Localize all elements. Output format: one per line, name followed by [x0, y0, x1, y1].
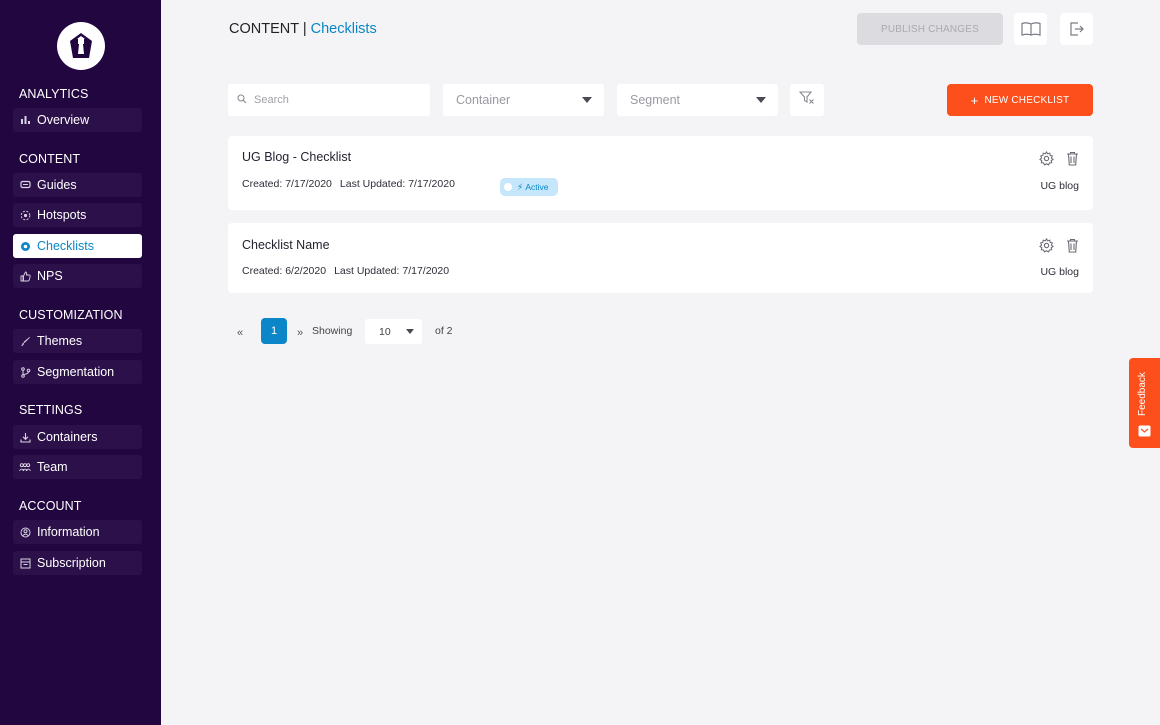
- sidebar-item-label: Overview: [37, 113, 90, 127]
- checklist-card[interactable]: Checklist Name Created: 6/2/2020 Last Upd…: [228, 223, 1093, 293]
- feedback-icon: [1138, 424, 1151, 437]
- sidebar-item-guides[interactable]: Guides: [13, 173, 142, 197]
- checklist-icon: [19, 240, 31, 252]
- page-number-current[interactable]: 1: [261, 318, 287, 344]
- page-total-label: of 2: [435, 325, 453, 337]
- subscription-icon: [19, 557, 31, 569]
- container-select-label: Container: [456, 93, 511, 107]
- page-size-select[interactable]: 10: [365, 319, 422, 344]
- prev-page-button[interactable]: «: [237, 327, 243, 339]
- clear-filter-button[interactable]: [790, 84, 824, 116]
- guides-icon: [19, 179, 31, 191]
- new-checklist-button[interactable]: + NEW CHECKLIST: [947, 84, 1093, 116]
- status-label: Active: [525, 182, 549, 192]
- updated-date: Last Updated: 7/17/2020: [334, 265, 450, 277]
- container-name: UG blog: [1040, 180, 1079, 192]
- sidebar-item-label: Themes: [37, 334, 83, 348]
- updated-date: Last Updated: 7/17/2020: [339, 178, 455, 190]
- download-icon: [19, 431, 31, 443]
- thumbs-up-icon: [19, 270, 31, 282]
- search-box: [228, 84, 430, 116]
- sidebar-item-label: Team: [37, 460, 68, 474]
- card-actions: [1038, 150, 1080, 166]
- feedback-label: Feedback: [1137, 372, 1148, 416]
- chevron-down-icon: [756, 97, 766, 103]
- bar-chart-icon: [19, 114, 31, 126]
- sidebar-item-label: Containers: [37, 430, 98, 444]
- created-date: Created: 7/17/2020: [242, 178, 332, 190]
- sidebar-item-label: Segmentation: [37, 365, 115, 379]
- feedback-tab[interactable]: Feedback: [1129, 358, 1160, 448]
- filter-clear-icon: [798, 90, 815, 110]
- sidebar-item-team[interactable]: Team: [13, 455, 142, 479]
- segment-select[interactable]: Segment: [617, 84, 778, 116]
- sidebar-item-hotspots[interactable]: Hotspots: [13, 203, 142, 227]
- section-settings-title: SETTINGS: [19, 403, 83, 417]
- sidebar-item-nps[interactable]: NPS: [13, 264, 142, 288]
- sidebar-item-subscription[interactable]: Subscription: [13, 551, 142, 575]
- trash-icon[interactable]: [1064, 237, 1080, 253]
- trash-icon[interactable]: [1064, 150, 1080, 166]
- plus-icon: +: [970, 92, 979, 108]
- showing-label: Showing: [312, 325, 353, 337]
- container-name: UG blog: [1040, 266, 1079, 278]
- sidebar: ANALYTICS Overview CONTENT Guides Hotspo…: [0, 0, 161, 725]
- hotspot-icon: [19, 209, 31, 221]
- checklist-card[interactable]: UG Blog - Checklist Created: 7/17/2020 La…: [228, 136, 1093, 210]
- lighthouse-logo-icon[interactable]: [57, 22, 105, 70]
- logout-icon[interactable]: [1060, 13, 1093, 45]
- next-page-button[interactable]: »: [297, 327, 303, 339]
- chevron-down-icon: [582, 97, 592, 103]
- breadcrumb-page[interactable]: Checklists: [311, 21, 377, 37]
- checklist-name[interactable]: UG Blog - Checklist: [242, 150, 351, 164]
- chevron-down-icon: [406, 329, 414, 334]
- sidebar-item-overview[interactable]: Overview: [13, 108, 142, 132]
- section-customization-title: CUSTOMIZATION: [19, 308, 123, 322]
- sidebar-item-label: Information: [37, 525, 100, 539]
- search-icon: [237, 91, 247, 109]
- gear-icon[interactable]: [1038, 150, 1054, 166]
- checklist-dates: Created: 6/2/2020 Last Updated: 7/17/2020: [242, 265, 449, 277]
- sidebar-item-label: Subscription: [37, 556, 106, 570]
- section-account-title: ACCOUNT: [19, 499, 82, 513]
- container-select[interactable]: Container: [443, 84, 604, 116]
- new-checklist-label: NEW CHECKLIST: [984, 94, 1070, 106]
- breadcrumb-section: CONTENT |: [229, 21, 307, 37]
- segment-select-label: Segment: [630, 93, 681, 107]
- page-size-value: 10: [379, 325, 391, 338]
- lightning-icon: ⚡: [517, 181, 524, 192]
- toggle-knob: [504, 183, 512, 191]
- sidebar-item-containers[interactable]: Containers: [13, 425, 142, 449]
- docs-book-icon[interactable]: [1014, 13, 1047, 45]
- section-analytics-title: ANALYTICS: [19, 87, 89, 101]
- status-badge[interactable]: ⚡ Active: [500, 178, 558, 196]
- card-actions: [1038, 237, 1080, 253]
- sidebar-item-themes[interactable]: Themes: [13, 329, 142, 353]
- checklist-name[interactable]: Checklist Name: [242, 238, 330, 252]
- sidebar-item-information[interactable]: Information: [13, 520, 142, 544]
- created-date: Created: 6/2/2020: [242, 265, 327, 277]
- sidebar-item-label: Hotspots: [37, 208, 87, 222]
- sidebar-item-checklists[interactable]: Checklists: [13, 234, 142, 258]
- team-icon: [19, 461, 31, 473]
- search-input[interactable]: [254, 94, 414, 106]
- breadcrumb: CONTENT | Checklists: [229, 21, 377, 37]
- sidebar-item-label: Checklists: [37, 239, 94, 253]
- brush-icon: [19, 335, 31, 347]
- publish-changes-button[interactable]: PUBLISH CHANGES: [857, 13, 1003, 45]
- user-circle-icon: [19, 526, 31, 538]
- checklist-dates: Created: 7/17/2020 Last Updated: 7/17/202…: [242, 178, 455, 190]
- gear-icon[interactable]: [1038, 237, 1054, 253]
- sidebar-item-label: NPS: [37, 269, 63, 283]
- sidebar-item-segmentation[interactable]: Segmentation: [13, 360, 142, 384]
- sidebar-item-label: Guides: [37, 178, 77, 192]
- branch-icon: [19, 366, 31, 378]
- section-content-title: CONTENT: [19, 152, 81, 166]
